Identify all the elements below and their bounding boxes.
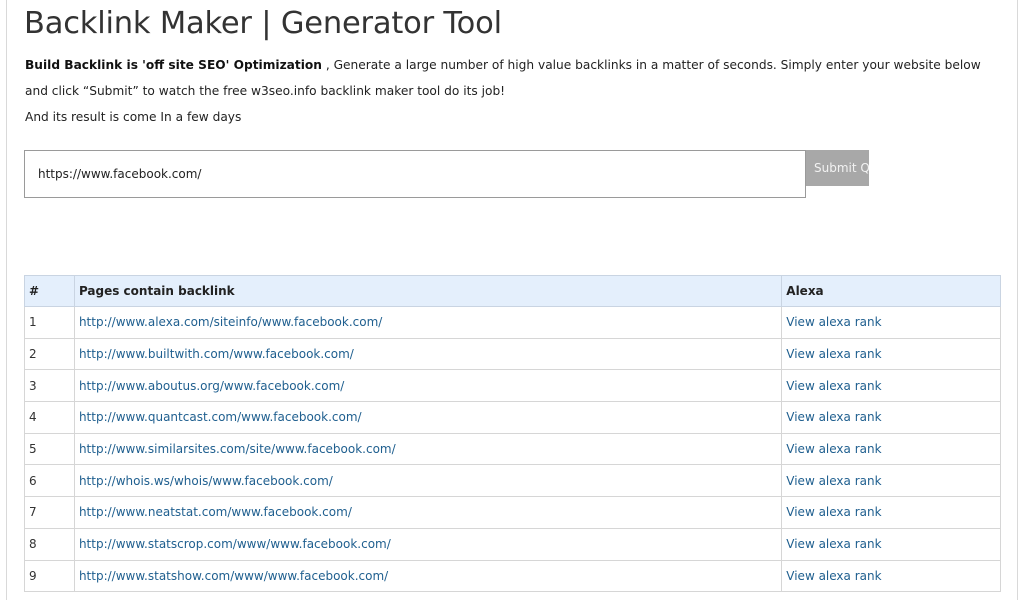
backlink-page-link[interactable]: http://whois.ws/whois/www.facebook.com/ bbox=[79, 474, 333, 488]
column-header-number: # bbox=[24, 275, 75, 307]
table-row: 2 http://www.builtwith.com/www.facebook.… bbox=[24, 337, 1001, 371]
row-number: 1 bbox=[24, 306, 75, 339]
table-row: 5 http://www.similarsites.com/site/www.f… bbox=[24, 432, 1001, 466]
backlink-table: # Pages contain backlink Alexa 1 http://… bbox=[24, 275, 1001, 593]
row-page-cell: http://www.alexa.com/siteinfo/www.facebo… bbox=[73, 306, 783, 339]
table-row: 9 http://www.statshow.com/www/www.facebo… bbox=[24, 559, 1001, 593]
column-header-alexa: Alexa bbox=[781, 275, 1001, 307]
view-alexa-rank-link[interactable]: View alexa rank bbox=[786, 442, 881, 456]
submit-button[interactable]: Submit Query bbox=[806, 150, 869, 186]
view-alexa-rank-link[interactable]: View alexa rank bbox=[786, 569, 881, 583]
row-alexa-cell: View alexa rank bbox=[781, 559, 1001, 593]
row-number: 5 bbox=[24, 432, 75, 466]
backlink-page-link[interactable]: http://www.quantcast.com/www.facebook.co… bbox=[79, 410, 362, 424]
row-alexa-cell: View alexa rank bbox=[781, 432, 1001, 466]
table-row: 6 http://whois.ws/whois/www.facebook.com… bbox=[24, 464, 1001, 498]
row-page-cell: http://www.aboutus.org/www.facebook.com/ bbox=[73, 369, 783, 403]
column-header-pages: Pages contain backlink bbox=[73, 275, 783, 307]
intro-second-line: And its result is come In a few days bbox=[25, 110, 242, 124]
backlink-page-link[interactable]: http://www.aboutus.org/www.facebook.com/ bbox=[79, 379, 344, 393]
row-page-cell: http://www.statshow.com/www/www.facebook… bbox=[73, 559, 783, 593]
table-row: 4 http://www.quantcast.com/www.facebook.… bbox=[24, 401, 1001, 434]
view-alexa-rank-link[interactable]: View alexa rank bbox=[786, 410, 881, 424]
url-input[interactable] bbox=[24, 150, 806, 198]
view-alexa-rank-link[interactable]: View alexa rank bbox=[786, 537, 881, 551]
row-alexa-cell: View alexa rank bbox=[781, 337, 1001, 371]
row-number: 2 bbox=[24, 337, 75, 371]
backlink-page-link[interactable]: http://www.neatstat.com/www.facebook.com… bbox=[79, 505, 352, 519]
row-page-cell: http://www.statscrop.com/www/www.faceboo… bbox=[73, 527, 783, 561]
table-header-row: # Pages contain backlink Alexa bbox=[24, 275, 1001, 307]
row-page-cell: http://www.similarsites.com/site/www.fac… bbox=[73, 432, 783, 466]
table-row: 3 http://www.aboutus.org/www.facebook.co… bbox=[24, 369, 1001, 403]
row-page-cell: http://whois.ws/whois/www.facebook.com/ bbox=[73, 464, 783, 498]
row-number: 7 bbox=[24, 496, 75, 529]
row-page-cell: http://www.neatstat.com/www.facebook.com… bbox=[73, 496, 783, 529]
backlink-page-link[interactable]: http://www.similarsites.com/site/www.fac… bbox=[79, 442, 396, 456]
table-row: 7 http://www.neatstat.com/www.facebook.c… bbox=[24, 496, 1001, 529]
row-alexa-cell: View alexa rank bbox=[781, 306, 1001, 339]
row-number: 9 bbox=[24, 559, 75, 593]
backlink-page-link[interactable]: http://www.builtwith.com/www.facebook.co… bbox=[79, 347, 354, 361]
view-alexa-rank-link[interactable]: View alexa rank bbox=[786, 505, 881, 519]
row-alexa-cell: View alexa rank bbox=[781, 496, 1001, 529]
backlink-page-link[interactable]: http://www.alexa.com/siteinfo/www.facebo… bbox=[79, 315, 382, 329]
row-alexa-cell: View alexa rank bbox=[781, 527, 1001, 561]
backlink-page-link[interactable]: http://www.statscrop.com/www/www.faceboo… bbox=[79, 537, 391, 551]
intro-paragraph: Build Backlink is 'off site SEO' Optimiz… bbox=[25, 52, 1000, 104]
row-alexa-cell: View alexa rank bbox=[781, 369, 1001, 403]
row-number: 6 bbox=[24, 464, 75, 498]
view-alexa-rank-link[interactable]: View alexa rank bbox=[786, 315, 881, 329]
backlink-page-link[interactable]: http://www.statshow.com/www/www.facebook… bbox=[79, 569, 388, 583]
row-number: 3 bbox=[24, 369, 75, 403]
table-row: 1 http://www.alexa.com/siteinfo/www.face… bbox=[24, 306, 1001, 339]
table-body: 1 http://www.alexa.com/siteinfo/www.face… bbox=[24, 306, 1001, 593]
row-alexa-cell: View alexa rank bbox=[781, 401, 1001, 434]
row-number: 4 bbox=[24, 401, 75, 434]
intro-bold: Build Backlink is 'off site SEO' Optimiz… bbox=[25, 58, 322, 72]
view-alexa-rank-link[interactable]: View alexa rank bbox=[786, 474, 881, 488]
row-page-cell: http://www.builtwith.com/www.facebook.co… bbox=[73, 337, 783, 371]
row-number: 8 bbox=[24, 527, 75, 561]
page-title: Backlink Maker | Generator Tool bbox=[24, 6, 502, 41]
view-alexa-rank-link[interactable]: View alexa rank bbox=[786, 379, 881, 393]
row-alexa-cell: View alexa rank bbox=[781, 464, 1001, 498]
table-row: 8 http://www.statscrop.com/www/www.faceb… bbox=[24, 527, 1001, 561]
intro-text: Build Backlink is 'off site SEO' Optimiz… bbox=[25, 52, 1000, 130]
row-page-cell: http://www.quantcast.com/www.facebook.co… bbox=[73, 401, 783, 434]
view-alexa-rank-link[interactable]: View alexa rank bbox=[786, 347, 881, 361]
